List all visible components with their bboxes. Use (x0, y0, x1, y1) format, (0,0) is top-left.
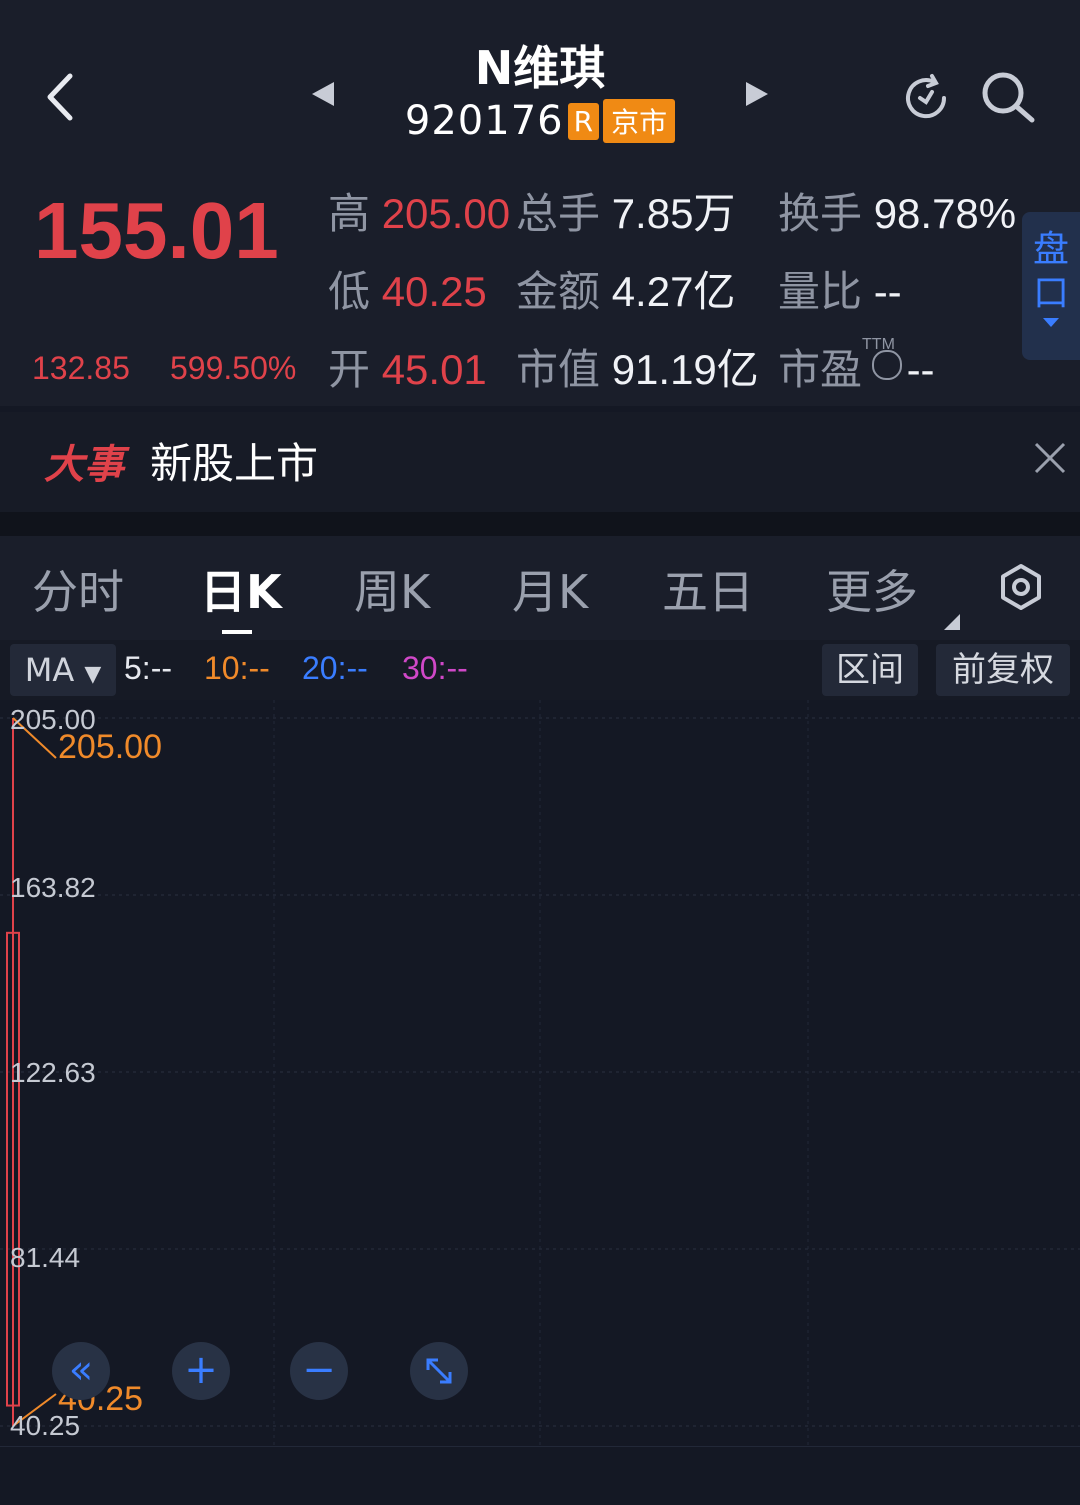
kline-svg (0, 700, 1080, 1446)
settings-icon[interactable] (996, 562, 1046, 612)
ma-dropdown-icon: ▼ (84, 662, 102, 687)
quote-pe: 市盈TTM -- (778, 336, 935, 397)
refresh-icon[interactable] (898, 70, 954, 126)
zoom-in-icon[interactable]: + (172, 1342, 230, 1400)
tab-more[interactable]: 更多 (826, 556, 918, 622)
low-label: 低 (328, 268, 371, 315)
tab-daily-k[interactable]: 日K (200, 556, 282, 622)
close-icon[interactable] (1030, 438, 1070, 478)
price-change: 132.85 (32, 350, 130, 386)
collapse-left-icon[interactable]: « (52, 1342, 110, 1400)
last-price: 155.01 (34, 186, 279, 275)
y-tick-1: 163.82 (10, 872, 96, 903)
tab-five-day[interactable]: 五日 (662, 556, 754, 622)
y-tick-2: 122.63 (10, 1057, 96, 1088)
quote-market-cap: 市值 91.19亿 (516, 336, 759, 397)
fullscreen-icon[interactable] (410, 1342, 468, 1400)
low-value: 40.25 (381, 268, 487, 315)
volume-ratio-label: 量比 (778, 268, 863, 315)
kline-chart[interactable] (0, 700, 1080, 1446)
market-cap-value: 91.19亿 (611, 346, 759, 393)
volume-value: 7.85万 (611, 190, 736, 237)
turnover-value: 98.78% (873, 190, 1017, 237)
tab-monthly-k[interactable]: 月K (512, 556, 588, 622)
search-icon[interactable] (978, 68, 1035, 124)
pe-value: -- (906, 346, 935, 393)
ma-30: 30:-- (402, 650, 468, 686)
amount-value: 4.27亿 (611, 268, 736, 315)
quote-amount: 金额 4.27亿 (516, 258, 735, 319)
price-change-pct: 599.50% (170, 350, 297, 386)
zoom-out-icon[interactable]: − (290, 1342, 348, 1400)
ma-20: 20:-- (302, 650, 368, 686)
volume-label: 总手 (516, 190, 601, 237)
amount-label: 金额 (516, 268, 601, 315)
quote-turnover: 换手 98.78% (778, 180, 1016, 241)
volume-ratio-value: -- (873, 268, 902, 315)
event-text: 新股上市 (150, 439, 319, 488)
turnover-label: 换手 (778, 190, 863, 237)
more-info-icon[interactable] (872, 350, 902, 380)
high-value: 205.00 (381, 190, 511, 237)
high-marker: 205.00 (58, 728, 162, 766)
quote-volume: 总手 7.85万 (516, 180, 735, 241)
quote-volume-ratio: 量比 -- (778, 258, 902, 319)
open-label: 开 (328, 346, 371, 393)
quote-open: 开 45.01 (328, 336, 487, 397)
y-tick-3: 81.44 (10, 1242, 81, 1273)
market-cap-label: 市值 (516, 346, 601, 393)
open-value: 45.01 (381, 346, 487, 393)
ma-5: 5:-- (124, 650, 172, 686)
quote-high: 高 205.00 (328, 180, 510, 241)
stock-code: 920176 (404, 98, 564, 144)
volume-area (0, 1446, 1080, 1505)
quote-low: 低 40.25 (328, 258, 487, 319)
pe-label: 市盈 (778, 346, 863, 393)
active-tab-indicator (222, 630, 252, 634)
pankou-tab[interactable]: 盘口 (1022, 212, 1080, 360)
ma-selector[interactable]: MA ▼ (10, 644, 116, 696)
ma-label: MA (24, 651, 75, 689)
high-label: 高 (328, 190, 371, 237)
tab-intraday[interactable]: 分时 (32, 556, 124, 622)
adjust-button[interactable]: 前复权 (936, 644, 1070, 696)
pankou-label: 盘口 (1032, 229, 1069, 314)
divider (0, 512, 1080, 536)
ma-10: 10:-- (204, 650, 270, 686)
pankou-arrow-icon (1043, 318, 1059, 327)
tab-weekly-k[interactable]: 周K (354, 556, 430, 622)
more-dropdown-icon (944, 614, 960, 630)
badge-r: R (567, 102, 600, 140)
range-button[interactable]: 区间 (822, 644, 918, 696)
event-tag: 大事 (44, 442, 124, 488)
badge-market: 京市 (603, 99, 676, 143)
